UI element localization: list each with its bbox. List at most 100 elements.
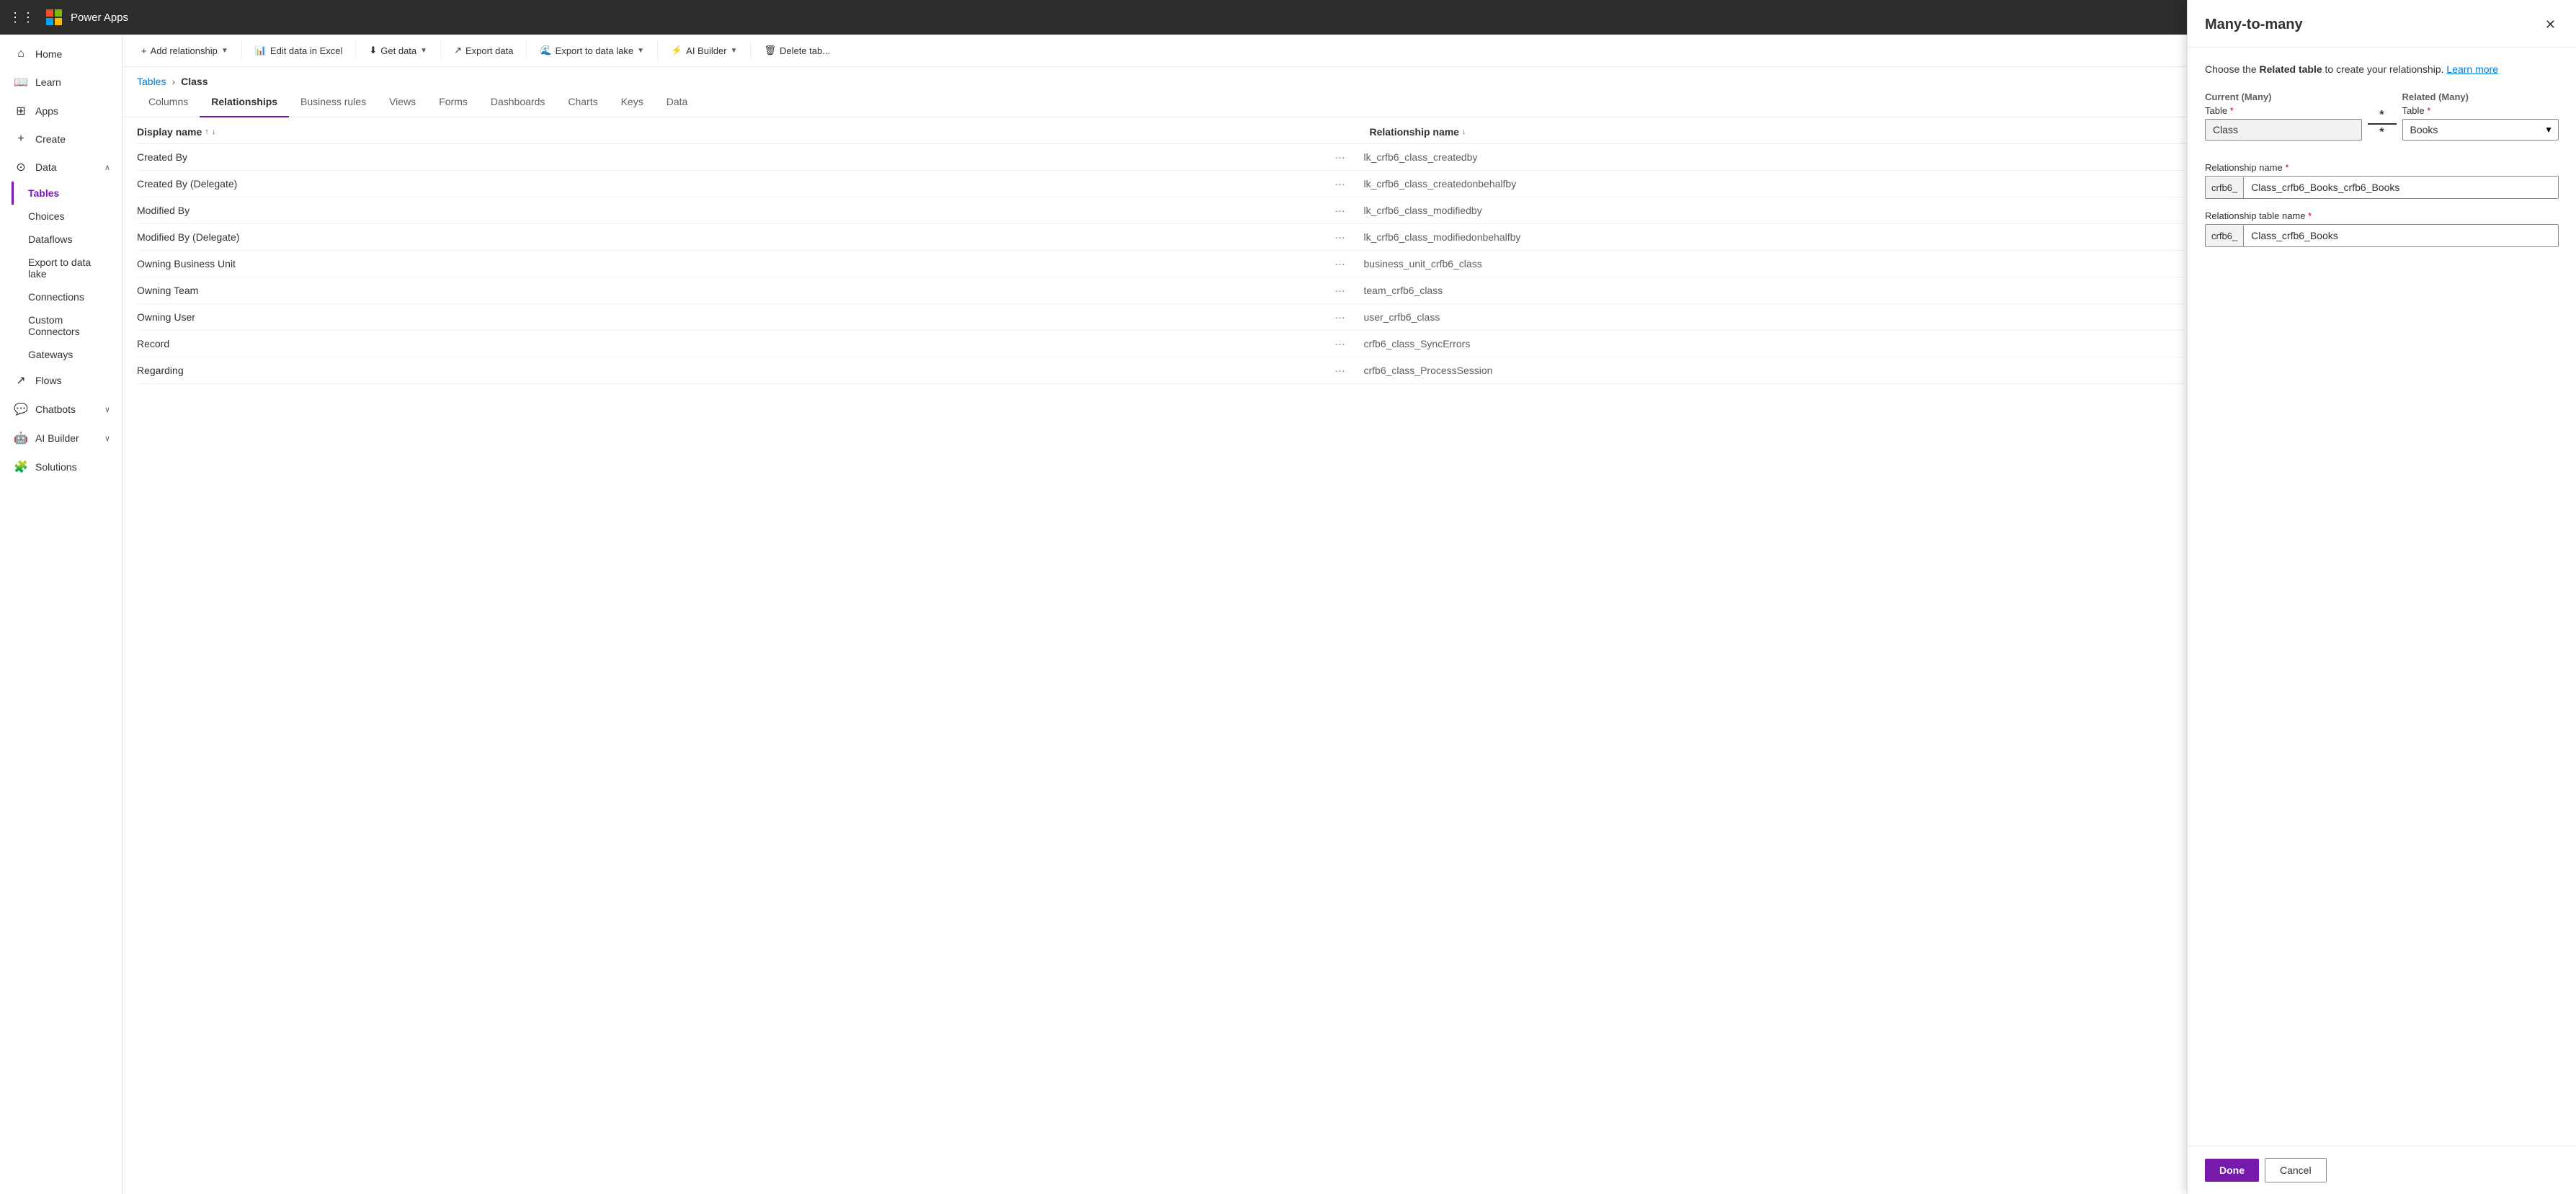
current-many-column: Current (Many) Table * [2205, 92, 2362, 141]
sidebar-item-label: Apps [35, 105, 58, 117]
tab-forms[interactable]: Forms [427, 87, 479, 117]
sidebar-item-label: Learn [35, 76, 61, 88]
ms-logo-green [55, 9, 62, 17]
sidebar-item-label: AI Builder [35, 432, 79, 444]
grid-menu-icon[interactable]: ⋮⋮ [9, 10, 35, 25]
lake-icon: 🌊 [540, 45, 551, 56]
breadcrumb-parent[interactable]: Tables [137, 76, 166, 87]
sidebar-item-custom-connectors[interactable]: Custom Connectors [12, 308, 122, 343]
dropdown-arrow-icon: ▼ [637, 47, 644, 55]
apps-icon: ⊞ [14, 104, 28, 118]
tab-charts[interactable]: Charts [556, 87, 609, 117]
add-relationship-button[interactable]: + Add relationship ▼ [134, 41, 236, 61]
relationship-name-input[interactable] [2244, 177, 2558, 198]
row-more-options[interactable]: ··· [1335, 205, 1364, 216]
breadcrumb-current: Class [181, 76, 208, 87]
sidebar: ⌂ Home 📖 Learn ⊞ Apps + Create ⊙ Data ∧ … [0, 35, 122, 1194]
row-more-options[interactable]: ··· [1335, 365, 1364, 376]
tab-business-rules[interactable]: Business rules [289, 87, 378, 117]
sidebar-item-label: Flows [35, 375, 62, 386]
sidebar-item-home[interactable]: ⌂ Home [0, 40, 122, 68]
sort-asc-icon: ↑ [205, 128, 209, 136]
flows-icon: ↗ [14, 373, 28, 388]
tab-dashboards[interactable]: Dashboards [479, 87, 557, 117]
edit-excel-button[interactable]: 📊 Edit data in Excel [248, 40, 350, 61]
data-icon: ⊙ [14, 160, 28, 174]
sidebar-item-create[interactable]: + Create [0, 125, 122, 153]
excel-icon: 📊 [255, 45, 267, 56]
get-data-icon: ⬇ [369, 45, 377, 56]
tab-views[interactable]: Views [378, 87, 427, 117]
sidebar-item-gateways[interactable]: Gateways [12, 343, 122, 366]
sidebar-item-label: Home [35, 48, 62, 60]
required-star: * [2230, 105, 2234, 116]
row-more-options[interactable]: ··· [1335, 338, 1364, 349]
sidebar-item-export-lake[interactable]: Export to data lake [12, 251, 122, 285]
solutions-icon: 🧩 [14, 460, 28, 474]
related-table-select[interactable]: Books [2402, 119, 2559, 141]
done-button[interactable]: Done [2205, 1159, 2259, 1182]
sidebar-item-label: Choices [28, 210, 65, 222]
sidebar-item-chatbots[interactable]: 💬 Chatbots ∨ [0, 395, 122, 424]
ms-logo-red [46, 9, 53, 17]
delete-table-button[interactable]: 🗑 Delete tab... [757, 40, 837, 61]
cell-display-name: Owning User [137, 311, 1335, 323]
tab-data[interactable]: Data [655, 87, 700, 117]
export-data-button[interactable]: ↗ Export data [447, 40, 520, 61]
cancel-button[interactable]: Cancel [2265, 1158, 2327, 1182]
related-table-select-wrap: Books ▼ [2402, 119, 2559, 141]
cell-display-name: Regarding [137, 365, 1335, 376]
ms-logo-yellow [55, 18, 62, 25]
row-more-options[interactable]: ··· [1335, 258, 1364, 269]
toolbar-separator [355, 42, 356, 59]
sidebar-item-connections[interactable]: Connections [12, 285, 122, 308]
sort-icon: ↓ [1462, 128, 1466, 136]
column-header-display-name[interactable]: Display name ↑ ↓ [137, 126, 1329, 138]
ai-builder-button[interactable]: ⚡ AI Builder ▼ [664, 40, 744, 61]
relationship-name-prefix: crfb6_ [2206, 177, 2244, 198]
panel-description: Choose the Related table to create your … [2205, 62, 2559, 77]
relationship-table-name-prefix: crfb6_ [2206, 226, 2244, 246]
relationship-table-name-input[interactable] [2244, 225, 2558, 246]
learn-more-link[interactable]: Learn more [2446, 63, 2498, 75]
related-section-label: Related (Many) [2402, 92, 2559, 102]
sidebar-item-apps[interactable]: ⊞ Apps [0, 97, 122, 125]
sidebar-item-label: Custom Connectors [28, 314, 110, 337]
sidebar-item-solutions[interactable]: 🧩 Solutions [0, 453, 122, 481]
tab-columns[interactable]: Columns [137, 87, 200, 117]
sidebar-item-label: Connections [28, 291, 84, 303]
row-more-options[interactable]: ··· [1335, 285, 1364, 296]
dropdown-arrow-icon: ▼ [731, 47, 738, 55]
export-lake-button[interactable]: 🌊 Export to data lake ▼ [532, 40, 651, 61]
sidebar-item-tables[interactable]: Tables [12, 182, 122, 205]
cell-display-name: Owning Business Unit [137, 258, 1335, 269]
create-icon: + [14, 133, 28, 146]
relationship-table-name-input-wrap: crfb6_ [2205, 224, 2559, 247]
sidebar-item-label: Create [35, 133, 66, 145]
breadcrumb-separator: › [171, 76, 175, 87]
relationship-name-label: Relationship name * [2205, 162, 2559, 173]
sidebar-item-dataflows[interactable]: Dataflows [12, 228, 122, 251]
row-more-options[interactable]: ··· [1335, 178, 1364, 190]
sidebar-item-data[interactable]: ⊙ Data ∧ [0, 153, 122, 182]
sidebar-item-ai-builder[interactable]: 🤖 AI Builder ∨ [0, 424, 122, 453]
sidebar-item-label: Export to data lake [28, 257, 110, 280]
current-section-label: Current (Many) [2205, 92, 2362, 102]
get-data-button[interactable]: ⬇ Get data ▼ [362, 40, 434, 61]
tab-keys[interactable]: Keys [610, 87, 655, 117]
chevron-down-icon: ∨ [104, 434, 110, 443]
row-more-options[interactable]: ··· [1335, 231, 1364, 243]
app-name: Power Apps [71, 12, 128, 24]
tab-relationships[interactable]: Relationships [200, 87, 289, 117]
sidebar-item-label: Dataflows [28, 233, 72, 245]
sidebar-item-flows[interactable]: ↗ Flows [0, 366, 122, 395]
home-icon: ⌂ [14, 48, 28, 61]
sidebar-data-submenu: Tables Choices Dataflows Export to data … [0, 182, 122, 366]
chevron-down-icon: ∧ [104, 163, 110, 172]
sidebar-item-learn[interactable]: 📖 Learn [0, 68, 122, 97]
row-more-options[interactable]: ··· [1335, 151, 1364, 163]
cell-display-name: Modified By [137, 205, 1335, 216]
row-more-options[interactable]: ··· [1335, 311, 1364, 323]
sidebar-item-choices[interactable]: Choices [12, 205, 122, 228]
required-star: * [2308, 210, 2312, 221]
